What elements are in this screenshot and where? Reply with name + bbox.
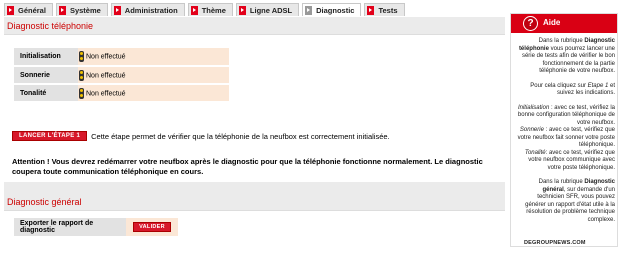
tab-diagnostic[interactable]: Diagnostic (302, 3, 362, 16)
row-label: Initialisation (14, 48, 78, 67)
tab-adsl[interactable]: Ligne ADSL (235, 3, 300, 16)
traffic-light-icon (79, 51, 84, 62)
export-report-action: VALIDER (126, 218, 178, 236)
tab-general[interactable]: Général (4, 3, 53, 16)
tab-system[interactable]: Système (55, 3, 108, 16)
section-title-general: Diagnostic général (4, 193, 85, 211)
main-panel: Diagnostic téléphonie Initialisation Non… (4, 17, 505, 247)
tab-theme[interactable]: Thème (187, 3, 233, 16)
phone-diagnostic-table: Initialisation Non effectué Sonnerie Non… (14, 48, 229, 103)
arrow-icon (190, 5, 198, 15)
export-report-label: Exporter le rapport de diagnostic (14, 218, 126, 236)
tab-bar: Général Système Administration Thème Lig… (4, 3, 405, 17)
row-label: Sonnerie (14, 66, 78, 85)
launch-step-1-button[interactable]: LANCER L'ÉTAPE 1 (12, 131, 88, 141)
arrow-icon (238, 5, 246, 15)
table-row: Tonalité Non effectué (14, 84, 229, 103)
help-panel: ? Aide Dans la rubrique Diagnostic télép… (510, 13, 618, 247)
launch-step-row: LANCER L'ÉTAPE 1 Cette étape permet de v… (12, 131, 390, 141)
general-diagnostic-box: Exporter le rapport de diagnostic VALIDE… (4, 210, 505, 247)
arrow-icon (305, 5, 313, 15)
row-status: Non effectué (78, 48, 229, 67)
help-paragraph: Dans la rubrique Diagnostic téléphonie v… (518, 38, 615, 74)
restart-warning: Attention ! Vous devrez redémarrer votre… (12, 157, 483, 176)
launch-step-description: Cette étape permet de vérifier que la té… (91, 131, 390, 141)
arrow-icon (58, 5, 66, 15)
question-icon: ? (523, 16, 538, 31)
site-watermark: DEGROUPNEWS.COM (524, 240, 586, 246)
arrow-icon (113, 5, 121, 15)
export-report-row: Exporter le rapport de diagnostic VALIDE… (14, 218, 178, 236)
section-title-phone: Diagnostic téléphonie (4, 17, 505, 35)
row-label: Tonalité (14, 84, 78, 103)
traffic-light-icon (79, 87, 84, 99)
table-row: Initialisation Non effectué (14, 48, 229, 67)
row-status: Non effectué (78, 66, 229, 85)
traffic-light-icon (79, 69, 84, 81)
help-paragraph: Dans la rubrique Diagnostic général, sur… (525, 179, 615, 223)
arrow-icon (7, 5, 14, 15)
help-title: Aide (543, 18, 561, 27)
help-paragraph: Initialisation : avec ce test, vérifiez … (517, 104, 615, 171)
phone-diagnostic-box: Initialisation Non effectué Sonnerie Non… (4, 34, 505, 182)
tab-tests[interactable]: Tests (364, 3, 405, 16)
row-status: Non effectué (78, 84, 229, 103)
arrow-icon (367, 5, 375, 15)
validate-button[interactable]: VALIDER (133, 222, 171, 232)
help-paragraph: Pour cela cliquez sur Etape 1 et suivez … (530, 82, 615, 97)
help-header: ? Aide (511, 14, 617, 33)
table-row: Sonnerie Non effectué (14, 66, 229, 85)
tab-administration[interactable]: Administration (110, 3, 185, 16)
help-text: Dans la rubrique Diagnostic téléphonie v… (515, 38, 615, 231)
